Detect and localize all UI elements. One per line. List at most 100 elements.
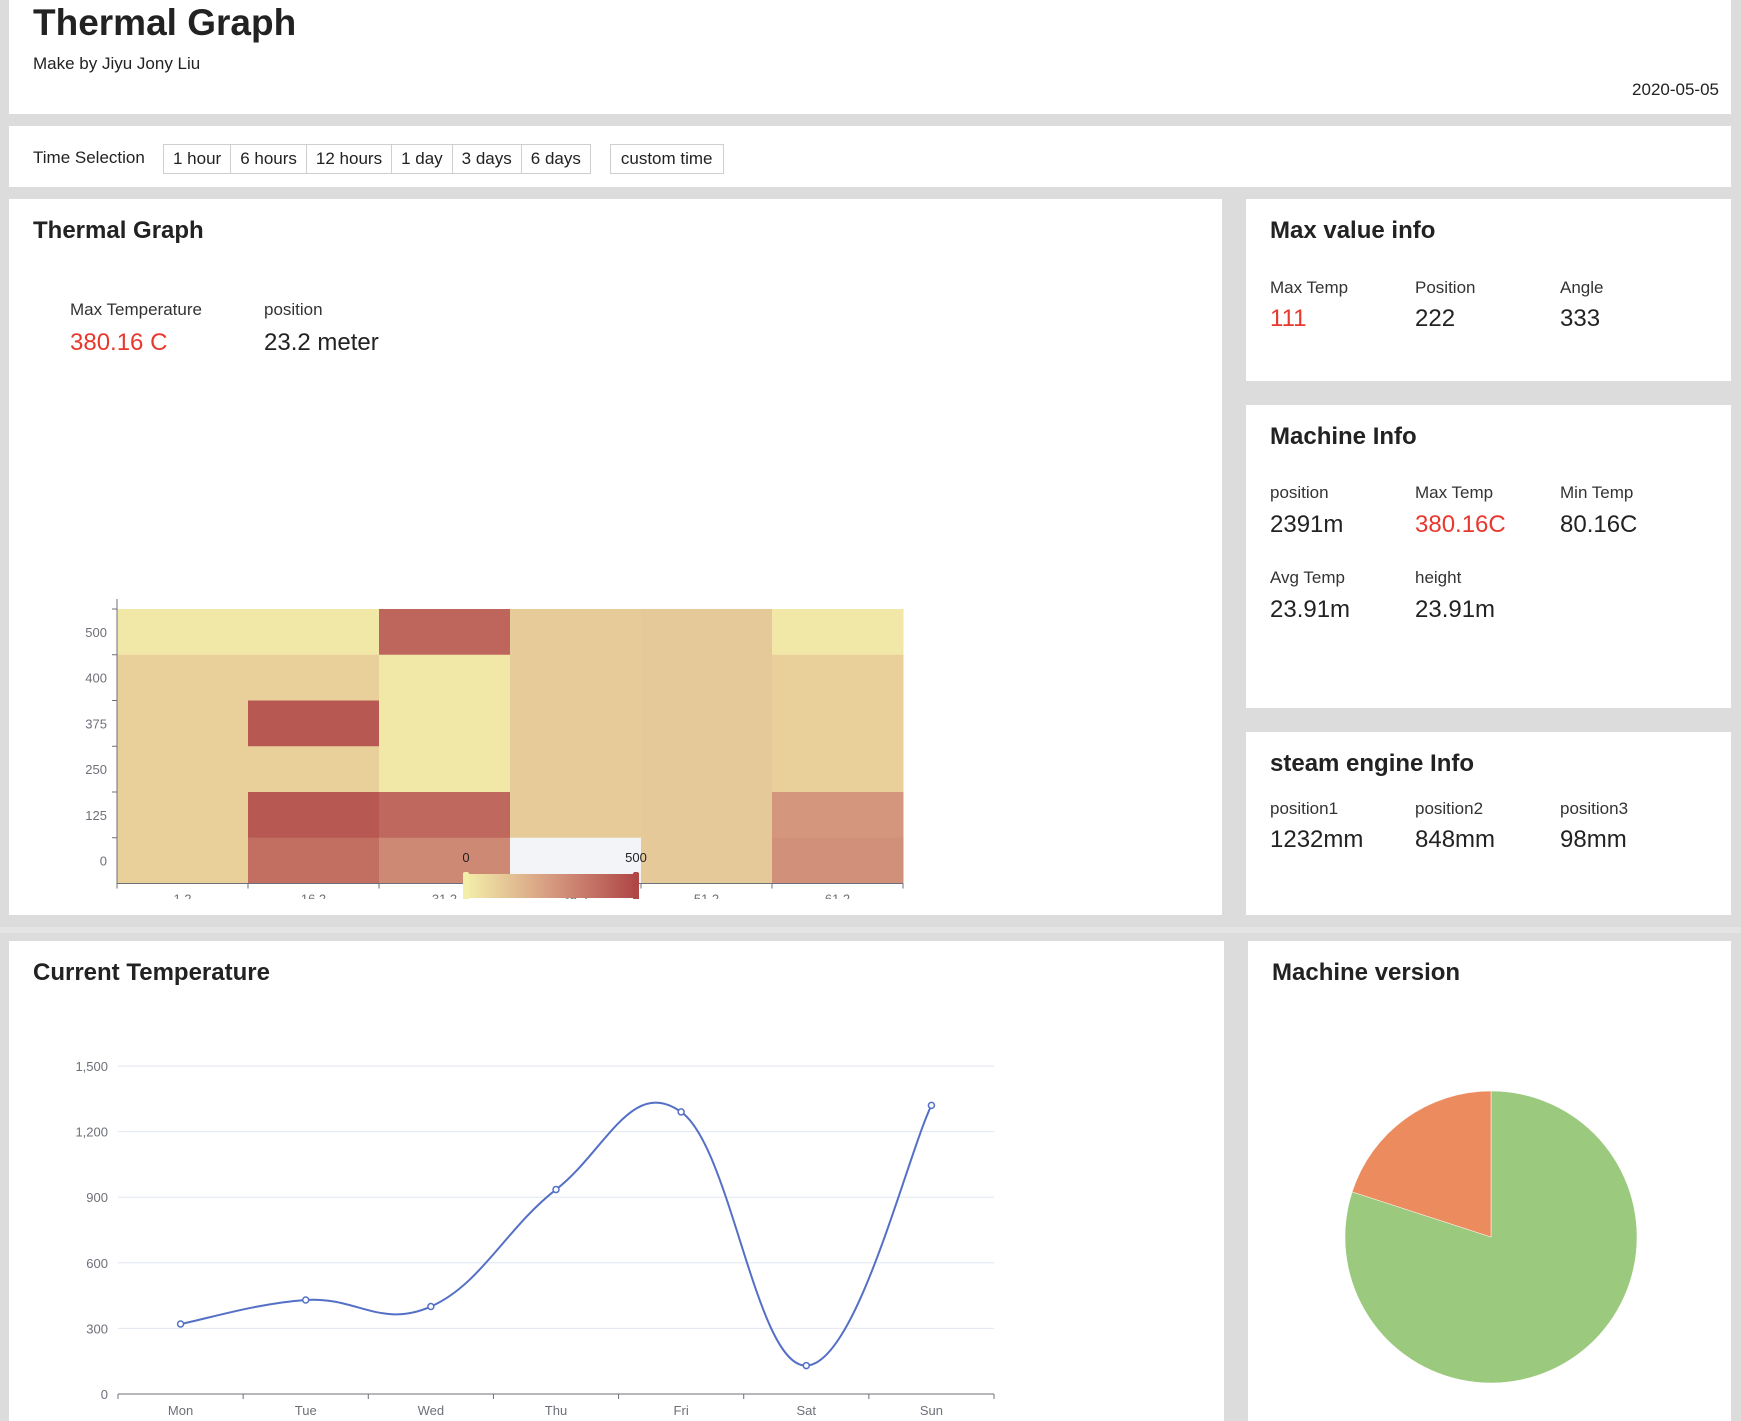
line-data-point[interactable] (552, 1185, 560, 1194)
section-divider (0, 927, 1741, 933)
angle-label: Angle (1560, 278, 1604, 297)
heatmap-cell[interactable] (772, 609, 904, 656)
time-3-days-button[interactable]: 3 days (451, 144, 522, 174)
heatmap-cell[interactable] (641, 792, 773, 839)
line-data-point[interactable] (427, 1302, 435, 1311)
heatmap-y-tick-label: 0 (100, 854, 107, 869)
heatmap-cell[interactable] (510, 654, 642, 701)
angle-value: 333 (1560, 305, 1601, 332)
machine-info-title: Machine Info (1270, 423, 1417, 450)
machine-min-temp-label: Min Temp (1560, 483, 1634, 502)
position3-label: position3 (1560, 799, 1629, 818)
machine-height-label: height (1415, 568, 1462, 587)
machine-max-temp-label: Max Temp (1415, 483, 1494, 502)
heatmap-cell[interactable] (379, 700, 511, 747)
heatmap-cell[interactable] (248, 837, 380, 884)
line-data-point[interactable] (802, 1361, 811, 1370)
heatmap-cell[interactable] (641, 654, 773, 701)
max-value-info-title: Max value info (1270, 217, 1436, 244)
heatmap-cell[interactable] (772, 837, 904, 884)
max-temperature-label: Max Temperature (70, 300, 202, 319)
machine-position-value: 2391m (1270, 511, 1344, 538)
position-label: position (264, 300, 323, 319)
temperature-series-line (180, 1101, 933, 1367)
time-12-hours-button[interactable]: 12 hours (305, 144, 393, 174)
header-panel: Thermal Graph Make by Jiyu Jony Liu 2020… (9, 0, 1731, 114)
heatmap-cell[interactable] (510, 700, 642, 747)
line-y-tick-label: 1,200 (75, 1125, 108, 1140)
machine-version-pie-chart[interactable] (1248, 941, 1731, 1421)
line-data-point[interactable] (677, 1108, 685, 1116)
page-title: Thermal Graph (33, 2, 297, 43)
max-temp-value: 111 (1270, 305, 1307, 332)
heatmap-cell[interactable] (117, 654, 249, 701)
heatmap-y-tick-label: 125 (85, 808, 107, 823)
heatmap-cell[interactable] (379, 609, 511, 656)
heatmap-y-tick-label: 250 (85, 762, 107, 777)
heatmap-cell[interactable] (772, 746, 904, 793)
current-temperature-panel: Current Temperature 0 300 600 900 1,200 1,500… (9, 941, 1224, 1421)
heatmap-cell[interactable] (248, 700, 380, 747)
line-y-tick-label: 600 (86, 1256, 108, 1271)
heatmap-cell[interactable] (248, 746, 380, 793)
position2-label: position2 (1415, 799, 1484, 818)
visual-map-max-handle[interactable] (633, 872, 639, 899)
heatmap-cell[interactable] (117, 700, 249, 747)
custom-time-button[interactable]: custom time (609, 144, 724, 174)
heatmap-cell[interactable] (510, 609, 642, 656)
heatmap-cell[interactable] (772, 700, 904, 747)
position1-label: position1 (1270, 799, 1339, 818)
line-x-tick-label: Thu (545, 1403, 567, 1418)
line-x-tick-label: Sun (920, 1403, 943, 1418)
time-selection-panel: Time Selection 1 hour 6 hours 12 hours 1… (9, 126, 1731, 187)
heatmap-cell[interactable] (641, 746, 773, 793)
time-6-days-button[interactable]: 6 days (520, 144, 591, 174)
machine-min-temp-value: 80.16C (1560, 511, 1638, 538)
heatmap-cell[interactable] (248, 609, 380, 656)
machine-max-temp-value: 380.16C (1415, 511, 1506, 538)
heatmap-cell[interactable] (117, 746, 249, 793)
machine-position-label: position (1270, 483, 1329, 502)
thermal-heatmap[interactable]: 1.216.231.236.251.261.20125250375400500 … (9, 439, 1109, 899)
heatmap-cell[interactable] (117, 792, 249, 839)
heatmap-cell[interactable] (510, 792, 642, 839)
time-6-hours-button[interactable]: 6 hours (230, 144, 307, 174)
time-1-hour-button[interactable]: 1 hour (163, 144, 232, 174)
page-subtitle: Make by Jiyu Jony Liu (33, 54, 201, 73)
heatmap-cell[interactable] (641, 700, 773, 747)
current-temperature-line-chart[interactable]: 0 300 600 900 1,200 1,500 Mon Tue Wed Thu Fri Sat Su… (9, 941, 1109, 1421)
line-x-tick-label: Fri (674, 1403, 689, 1418)
position1-value: 1232mm (1270, 826, 1364, 853)
position-value: 222 (1415, 305, 1456, 332)
heatmap-x-tick-label: 1.2 (173, 892, 191, 900)
heatmap-y-tick-label: 400 (85, 671, 107, 686)
heatmap-cell[interactable] (117, 837, 249, 884)
machine-avg-temp-value: 23.91m (1270, 596, 1351, 623)
heatmap-cell[interactable] (641, 609, 773, 656)
time-1-day-button[interactable]: 1 day (391, 144, 453, 174)
heatmap-cell[interactable] (772, 792, 904, 839)
heatmap-cell[interactable] (379, 654, 511, 701)
time-selection-buttons: 1 hour 6 hours 12 hours 1 day 3 days 6 d… (163, 144, 724, 174)
line-data-point[interactable] (176, 1320, 185, 1328)
heatmap-cell[interactable] (117, 609, 249, 656)
line-x-tick-label: Sat (797, 1403, 817, 1418)
visual-map-max-label: 500 (625, 850, 647, 865)
line-y-tick-label: 0 (101, 1387, 108, 1402)
visual-map-min-handle[interactable] (463, 872, 469, 899)
heatmap-cell[interactable] (248, 792, 380, 839)
heatmap-cell[interactable] (772, 654, 904, 701)
line-data-point[interactable] (301, 1296, 310, 1304)
heatmap-cell[interactable] (248, 654, 380, 701)
heatmap-cell[interactable] (379, 792, 511, 839)
heatmap-cell[interactable] (379, 746, 511, 793)
heatmap-cell[interactable] (641, 837, 773, 884)
heatmap-cell[interactable] (510, 746, 642, 793)
visual-map-min-label: 0 (462, 850, 469, 865)
page-date: 2020-05-05 (1632, 80, 1719, 99)
machine-version-panel: Machine version (1248, 941, 1731, 1421)
line-data-point[interactable] (927, 1101, 936, 1110)
line-y-tick-label: 900 (86, 1190, 108, 1205)
position-value: 23.2 meter (264, 329, 379, 356)
heatmap-y-tick-label: 375 (85, 716, 107, 731)
